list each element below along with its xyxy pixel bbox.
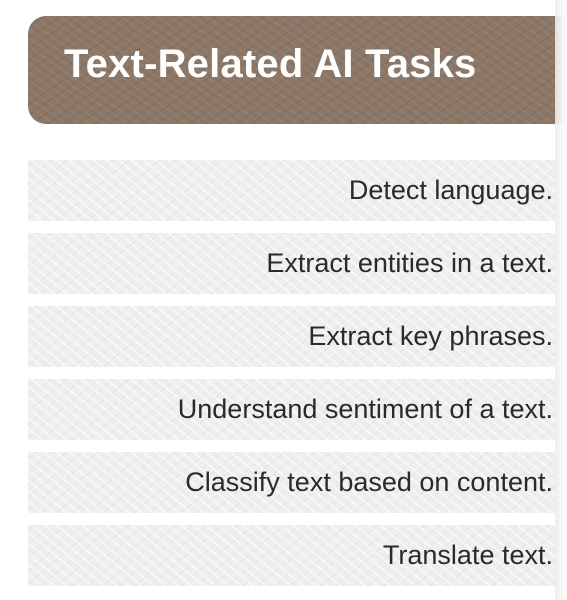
list-item-label: Extract key phrases. [308,321,553,351]
list-item-label: Classify text based on content. [185,467,553,497]
title-banner: Text-Related AI Tasks [28,16,567,124]
list-item-extract-entities: Extract entities in a text. [28,233,555,294]
slide-panel: Text-Related AI Tasks Detect language. E… [0,0,567,600]
list-item-label: Understand sentiment of a text. [177,394,553,424]
list-item-detect-language: Detect language. [28,160,555,221]
list-item-classify-text: Classify text based on content. [28,452,555,513]
list-item-label: Extract entities in a text. [266,248,553,278]
list-item-label: Translate text. [382,540,553,570]
page-title: Text-Related AI Tasks [64,42,477,86]
task-list: Detect language. Extract entities in a t… [28,160,555,598]
list-item-label: Detect language. [348,175,553,205]
list-item-understand-sentiment: Understand sentiment of a text. [28,379,555,440]
page-edge-shadow [555,0,567,600]
list-item-extract-key-phrases: Extract key phrases. [28,306,555,367]
list-item-translate-text: Translate text. [28,525,555,586]
